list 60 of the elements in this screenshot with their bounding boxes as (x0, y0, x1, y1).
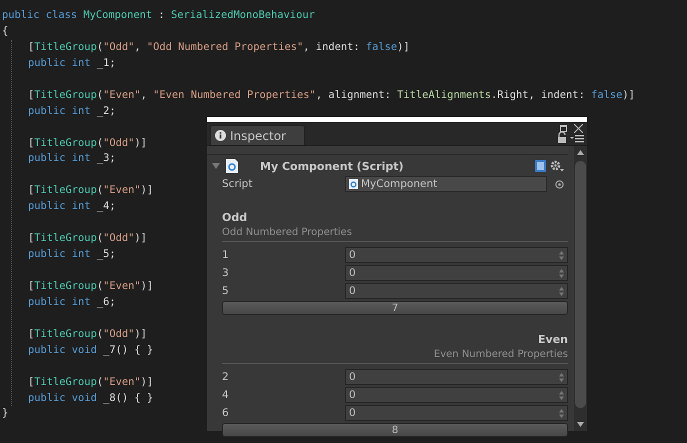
int-field[interactable]: 0 (345, 247, 568, 263)
int-field[interactable]: 0 (345, 405, 568, 421)
code-line: public void _8() { } (28, 392, 154, 404)
code-line: public int _1; (28, 56, 116, 69)
component-title: My Component (Script) (260, 160, 404, 172)
group-subtitle: Even Numbered Properties (434, 349, 568, 360)
code-line: { (2, 24, 8, 37)
info-icon (215, 130, 226, 141)
code-line: [TitleGroup("Even")] (28, 280, 154, 292)
field-label: 5 (222, 285, 230, 297)
inspector-tab[interactable]: Inspector (210, 125, 305, 145)
scroll-up-icon[interactable] (577, 150, 584, 155)
scroll-down-icon[interactable] (577, 422, 584, 427)
field-label: Script (222, 178, 254, 190)
code-line: [TitleGroup("Odd")] (28, 232, 147, 244)
spinner-icon[interactable] (559, 250, 564, 260)
code-line: [TitleGroup("Odd", "Odd Numbered Properties", indent: false)] (28, 40, 410, 53)
object-picker-icon[interactable] (555, 180, 564, 188)
code-line: [TitleGroup("Even", "Even Numbered Properties", alignment: TitleAlignments.Right, indent: false)] (28, 88, 635, 101)
code-line: [TitleGroup("Even")] (28, 376, 154, 388)
scrollbar[interactable] (574, 146, 587, 431)
field-label: 4 (222, 389, 230, 401)
maximize-icon[interactable] (560, 125, 567, 132)
field-label: 1 (222, 249, 230, 261)
field-label: 3 (222, 267, 230, 279)
code-line: public int _2; (28, 104, 116, 117)
spinner-icon[interactable] (559, 390, 564, 400)
spinner-icon[interactable] (559, 372, 564, 382)
group-title: Even (538, 333, 568, 346)
code-line: } (2, 407, 8, 420)
script-object-field[interactable]: MyComponent (345, 176, 547, 192)
code-line: public int _3; (28, 152, 116, 164)
int-field[interactable]: 0 (345, 369, 568, 385)
method-button[interactable]: 8 (222, 423, 568, 437)
gear-icon[interactable] (550, 160, 564, 172)
code-line: [TitleGroup("Odd")] (28, 328, 147, 340)
group-title: Odd (222, 211, 248, 224)
int-field[interactable]: 0 (345, 265, 568, 281)
script-file-icon (349, 179, 358, 189)
script-file-icon (226, 159, 238, 173)
lock-icon[interactable] (557, 132, 567, 143)
expand-triangle-icon[interactable] (212, 162, 220, 170)
menu-icon[interactable] (570, 134, 584, 143)
field-label: 2 (222, 371, 230, 383)
code-line: [TitleGroup("Odd")] (28, 136, 147, 148)
method-button[interactable]: 7 (222, 301, 568, 315)
spinner-icon[interactable] (559, 286, 564, 296)
int-field[interactable]: 0 (345, 283, 568, 299)
code-line: public int _4; (28, 200, 116, 212)
close-icon[interactable] (574, 124, 583, 133)
code-line: [TitleGroup("Even")] (28, 184, 154, 196)
code-line: public int _6; (28, 296, 116, 308)
spinner-icon[interactable] (559, 408, 564, 418)
code-line: public int _5; (28, 248, 116, 260)
field-label: 6 (222, 407, 230, 419)
code-line: public void _7() { } (28, 344, 154, 356)
spinner-icon[interactable] (559, 268, 564, 278)
int-field[interactable]: 0 (345, 387, 568, 403)
code-line: public class MyComponent : SerializedMonoBehaviour (2, 9, 315, 21)
group-subtitle: Odd Numbered Properties (222, 227, 352, 238)
